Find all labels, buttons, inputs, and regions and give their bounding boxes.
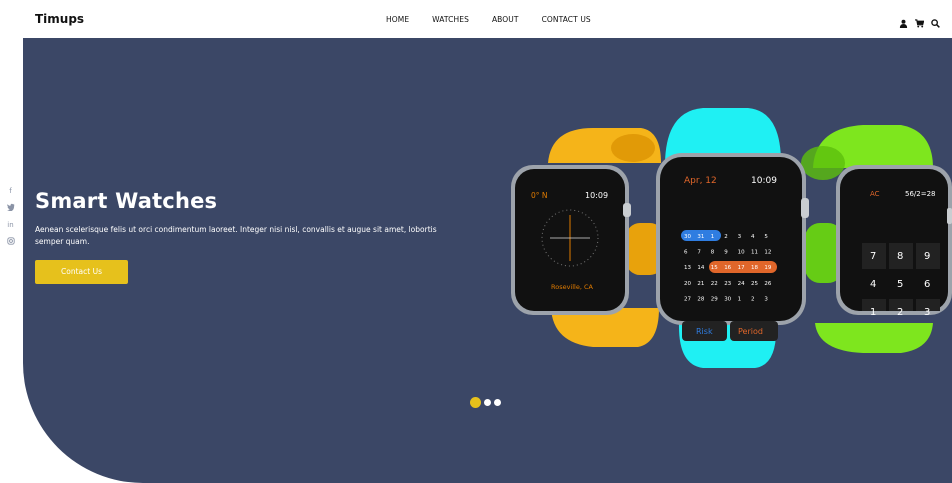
watch-left-temp: 0° N [531, 191, 548, 200]
calendar-day: 5 [764, 234, 768, 240]
calendar-day: 18 [751, 265, 758, 271]
calc-key: 5 [897, 279, 903, 290]
facebook-icon[interactable]: f [6, 186, 15, 196]
calendar-day: 26 [764, 281, 771, 287]
watch-left-location: Roseville, CA [551, 283, 594, 291]
calendar-day: 23 [724, 281, 731, 287]
twitter-icon[interactable] [6, 203, 15, 213]
watch-left: 0° N 10:09 Roseville, CA [511, 128, 664, 347]
calendar-day: 30 [724, 296, 731, 302]
calendar-day: 27 [684, 296, 691, 302]
brand-logo[interactable]: Timups [35, 12, 84, 26]
user-icon[interactable] [899, 13, 908, 28]
watch-right: AC 56/2=28 7 8 9 4 5 6 1 2 3 [801, 125, 952, 353]
watch-right-expression: 56/2=28 [905, 190, 936, 198]
linkedin-icon[interactable]: in [6, 220, 15, 230]
contact-us-button[interactable]: Contact Us [35, 260, 128, 284]
calc-key: 6 [924, 279, 930, 290]
calendar-day: 24 [738, 281, 745, 287]
calendar-day: 16 [724, 265, 731, 271]
calendar-day: 4 [751, 234, 755, 240]
calendar-day: 19 [764, 265, 771, 271]
period-button: Period [738, 327, 763, 336]
calendar-day: 3 [764, 296, 768, 302]
calendar-day: 9 [724, 250, 728, 256]
calendar-day: 25 [751, 281, 758, 287]
site-header: Timups HOME WATCHES ABOUT CONTACT US [0, 0, 952, 38]
calc-key: 7 [870, 251, 876, 262]
main-nav: HOME WATCHES ABOUT CONTACT US [386, 15, 591, 24]
slider-dot[interactable] [484, 399, 491, 406]
calendar-day: 2 [751, 296, 755, 302]
nav-contact-us[interactable]: CONTACT US [542, 15, 591, 24]
calendar-day: 22 [711, 281, 718, 287]
watch-center: Apr, 12 10:09 30 31 1 2 3 4 56 7 8 9 10 11 1213 14 15 1… [656, 108, 809, 368]
calendar-day: 7 [697, 250, 701, 256]
calendar-day: 28 [697, 296, 704, 302]
instagram-icon[interactable] [6, 237, 15, 247]
hero-title: Smart Watches [35, 189, 218, 213]
watch-center-time: 10:09 [751, 176, 777, 186]
calc-key: 8 [897, 251, 903, 262]
calendar-day: 12 [764, 250, 771, 256]
calc-key: 1 [870, 307, 876, 318]
slider-dots [470, 397, 501, 408]
nav-home[interactable]: HOME [386, 15, 409, 24]
watch-center-date: Apr, 12 [684, 176, 717, 186]
calc-key: 4 [870, 279, 876, 290]
slider-dot[interactable] [494, 399, 501, 406]
calendar-day: 30 [684, 234, 691, 240]
calendar-day: 14 [697, 265, 704, 271]
calendar-day: 3 [738, 234, 742, 240]
risk-button: Risk [696, 327, 713, 336]
social-links: f in [6, 186, 15, 247]
calendar-day: 6 [684, 250, 688, 256]
calendar-day: 17 [738, 265, 745, 271]
calendar-day: 11 [751, 250, 758, 256]
calendar-day: 10 [738, 250, 745, 256]
calc-key: 2 [897, 307, 903, 318]
header-icons [899, 13, 940, 28]
calc-key: 3 [924, 307, 930, 318]
search-icon[interactable] [931, 13, 940, 28]
watch-left-time: 10:09 [585, 191, 608, 200]
calendar-day: 13 [684, 265, 691, 271]
cart-icon[interactable] [915, 13, 925, 28]
calendar-day: 29 [711, 296, 718, 302]
hero-description: Aenean scelerisque felis ut orci condime… [35, 225, 437, 246]
nav-watches[interactable]: WATCHES [432, 15, 469, 24]
nav-about[interactable]: ABOUT [492, 15, 519, 24]
calendar-day: 1 [738, 296, 742, 302]
calendar-day: 8 [711, 250, 715, 256]
hero-watches-image: 0° N 10:09 Roseville, CA AC 56/2=28 7 8 … [511, 108, 952, 368]
slider-dot[interactable] [470, 397, 481, 408]
watch-right-ac: AC [870, 190, 880, 198]
calendar-day: 21 [697, 281, 704, 287]
calendar-day: 1 [711, 234, 715, 240]
hero-banner: Smart Watches Aenean scelerisque felis u… [23, 38, 952, 483]
calc-key: 9 [924, 251, 930, 262]
calendar-day: 2 [724, 234, 728, 240]
calendar-day: 15 [711, 265, 718, 271]
calculator-keys: 7 8 9 4 5 6 1 2 3 [862, 243, 940, 318]
calendar-day: 31 [697, 234, 704, 240]
calendar-day: 20 [684, 281, 691, 287]
